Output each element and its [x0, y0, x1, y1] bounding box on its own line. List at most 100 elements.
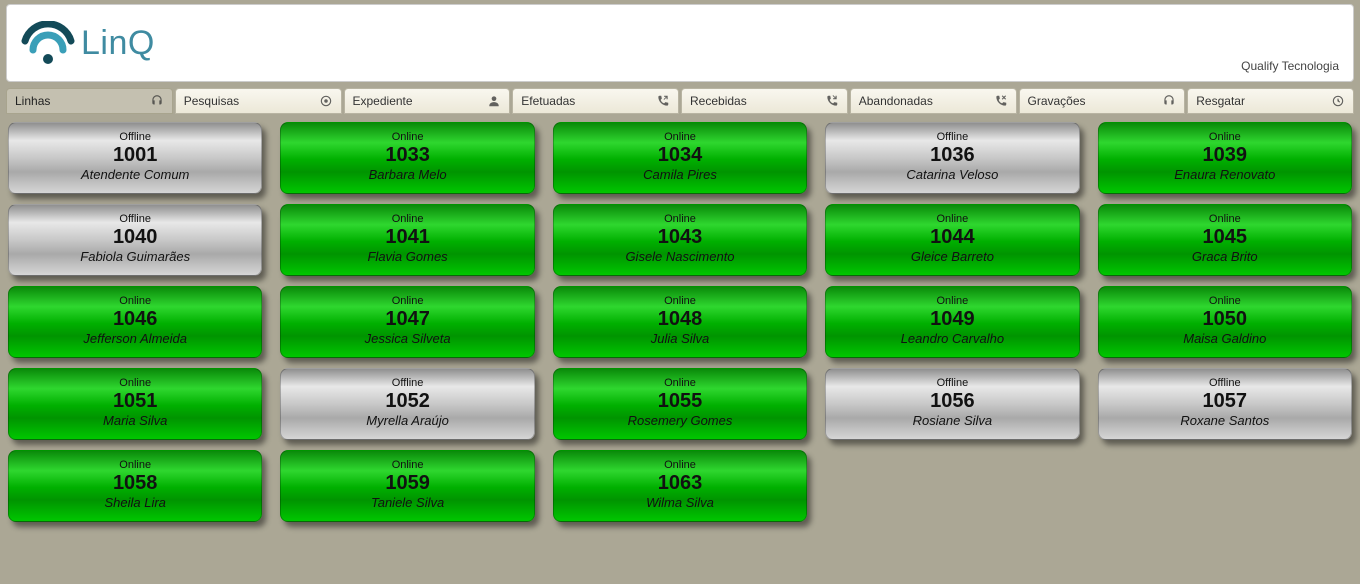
company-label: Qualify Tecnologia: [1241, 59, 1339, 73]
extension-name: Julia Silva: [554, 331, 806, 346]
extension-number: 1046: [9, 308, 261, 330]
extension-card[interactable]: Offline1001Atendente Comum: [8, 122, 262, 194]
extension-number: 1034: [554, 144, 806, 166]
extension-number: 1044: [826, 226, 1078, 248]
extension-number: 1056: [826, 390, 1078, 412]
extension-card[interactable]: Offline1056Rosiane Silva: [825, 368, 1079, 440]
extension-card[interactable]: Online1051Maria Silva: [8, 368, 262, 440]
extension-status: Online: [1099, 295, 1351, 307]
extension-card[interactable]: Online1041Flavia Gomes: [280, 204, 534, 276]
extension-number: 1050: [1099, 308, 1351, 330]
extension-card[interactable]: Online1050Maisa Galdino: [1098, 286, 1352, 358]
extension-status: Offline: [1099, 377, 1351, 389]
tab-abandonadas[interactable]: Abandonadas: [850, 88, 1017, 114]
extension-number: 1057: [1099, 390, 1351, 412]
tab-linhas[interactable]: Linhas: [6, 88, 173, 114]
extension-number: 1052: [281, 390, 533, 412]
extension-card[interactable]: Online1039Enaura Renovato: [1098, 122, 1352, 194]
extension-status: Online: [826, 295, 1078, 307]
tab-label: Pesquisas: [184, 94, 239, 108]
extension-name: Maisa Galdino: [1099, 331, 1351, 346]
extension-card[interactable]: Online1033Barbara Melo: [280, 122, 534, 194]
extension-card[interactable]: Offline1040Fabiola Guimarães: [8, 204, 262, 276]
extension-name: Roxane Santos: [1099, 413, 1351, 428]
extension-status: Online: [554, 213, 806, 225]
extension-name: Atendente Comum: [9, 167, 261, 182]
extension-name: Myrella Araújo: [281, 413, 533, 428]
tab-pesquisas[interactable]: Pesquisas: [175, 88, 342, 114]
tab-label: Resgatar: [1196, 94, 1245, 108]
tab-label: Expediente: [353, 94, 413, 108]
extension-name: Camila Pires: [554, 167, 806, 182]
wifi-icon: [21, 21, 75, 65]
extension-card[interactable]: Online1043Gisele Nascimento: [553, 204, 807, 276]
extension-status: Online: [554, 295, 806, 307]
tab-recebidas[interactable]: Recebidas: [681, 88, 848, 114]
extension-status: Online: [554, 131, 806, 143]
extension-status: Online: [1099, 131, 1351, 143]
extension-name: Wilma Silva: [554, 495, 806, 510]
extension-name: Jefferson Almeida: [9, 331, 261, 346]
extension-number: 1048: [554, 308, 806, 330]
extension-card[interactable]: Online1055Rosemery Gomes: [553, 368, 807, 440]
clock-icon: [1331, 94, 1345, 108]
extension-name: Jessica Silveta: [281, 331, 533, 346]
extension-status: Offline: [826, 377, 1078, 389]
extension-status: Online: [9, 295, 261, 307]
extension-status: Online: [9, 377, 261, 389]
tab-resgatar[interactable]: Resgatar: [1187, 88, 1354, 114]
extension-number: 1047: [281, 308, 533, 330]
extension-name: Graca Brito: [1099, 249, 1351, 264]
extension-number: 1055: [554, 390, 806, 412]
tab-label: Efetuadas: [521, 94, 575, 108]
extension-number: 1049: [826, 308, 1078, 330]
extension-status: Online: [1099, 213, 1351, 225]
extension-status: Online: [9, 459, 261, 471]
extension-status: Online: [554, 459, 806, 471]
extension-name: Flavia Gomes: [281, 249, 533, 264]
extension-number: 1036: [826, 144, 1078, 166]
extension-number: 1039: [1099, 144, 1351, 166]
extension-status: Online: [554, 377, 806, 389]
tab-bar: Linhas Pesquisas Expediente Efetuadas Recebi…: [6, 88, 1354, 114]
extension-status: Online: [826, 213, 1078, 225]
person-icon: [487, 94, 501, 108]
extension-card[interactable]: Online1034Camila Pires: [553, 122, 807, 194]
extension-card[interactable]: Online1049Leandro Carvalho: [825, 286, 1079, 358]
tab-expediente[interactable]: Expediente: [344, 88, 511, 114]
extension-card[interactable]: Online1044Gleice Barreto: [825, 204, 1079, 276]
extension-number: 1059: [281, 472, 533, 494]
extension-card[interactable]: Online1045Graca Brito: [1098, 204, 1352, 276]
extension-card[interactable]: Offline1036Catarina Veloso: [825, 122, 1079, 194]
target-icon: [319, 94, 333, 108]
phone-miss-icon: [994, 94, 1008, 108]
extension-number: 1063: [554, 472, 806, 494]
brand-logo: LinQ: [21, 21, 155, 65]
extension-card[interactable]: Online1047Jessica Silveta: [280, 286, 534, 358]
extension-card[interactable]: Online1063Wilma Silva: [553, 450, 807, 522]
extension-card[interactable]: Offline1052Myrella Araújo: [280, 368, 534, 440]
extension-name: Enaura Renovato: [1099, 167, 1351, 182]
extension-card[interactable]: Online1058Sheila Lira: [8, 450, 262, 522]
tab-efetuadas[interactable]: Efetuadas: [512, 88, 679, 114]
extension-card[interactable]: Online1059Taniele Silva: [280, 450, 534, 522]
tab-label: Linhas: [15, 94, 50, 108]
extension-number: 1040: [9, 226, 261, 248]
tab-label: Recebidas: [690, 94, 747, 108]
extension-name: Barbara Melo: [281, 167, 533, 182]
tab-gravações[interactable]: Gravações: [1019, 88, 1186, 114]
extension-status: Online: [281, 131, 533, 143]
extension-number: 1051: [9, 390, 261, 412]
extension-card[interactable]: Online1046Jefferson Almeida: [8, 286, 262, 358]
extension-number: 1045: [1099, 226, 1351, 248]
extension-grid: Offline1001Atendente ComumOnline1033Barb…: [6, 120, 1354, 534]
tab-label: Gravações: [1028, 94, 1086, 108]
extension-status: Online: [281, 213, 533, 225]
extension-status: Offline: [9, 131, 261, 143]
extension-card[interactable]: Online1048Julia Silva: [553, 286, 807, 358]
headset-icon: [150, 94, 164, 108]
extension-name: Catarina Veloso: [826, 167, 1078, 182]
extension-status: Offline: [9, 213, 261, 225]
extension-name: Leandro Carvalho: [826, 331, 1078, 346]
extension-card[interactable]: Offline1057Roxane Santos: [1098, 368, 1352, 440]
